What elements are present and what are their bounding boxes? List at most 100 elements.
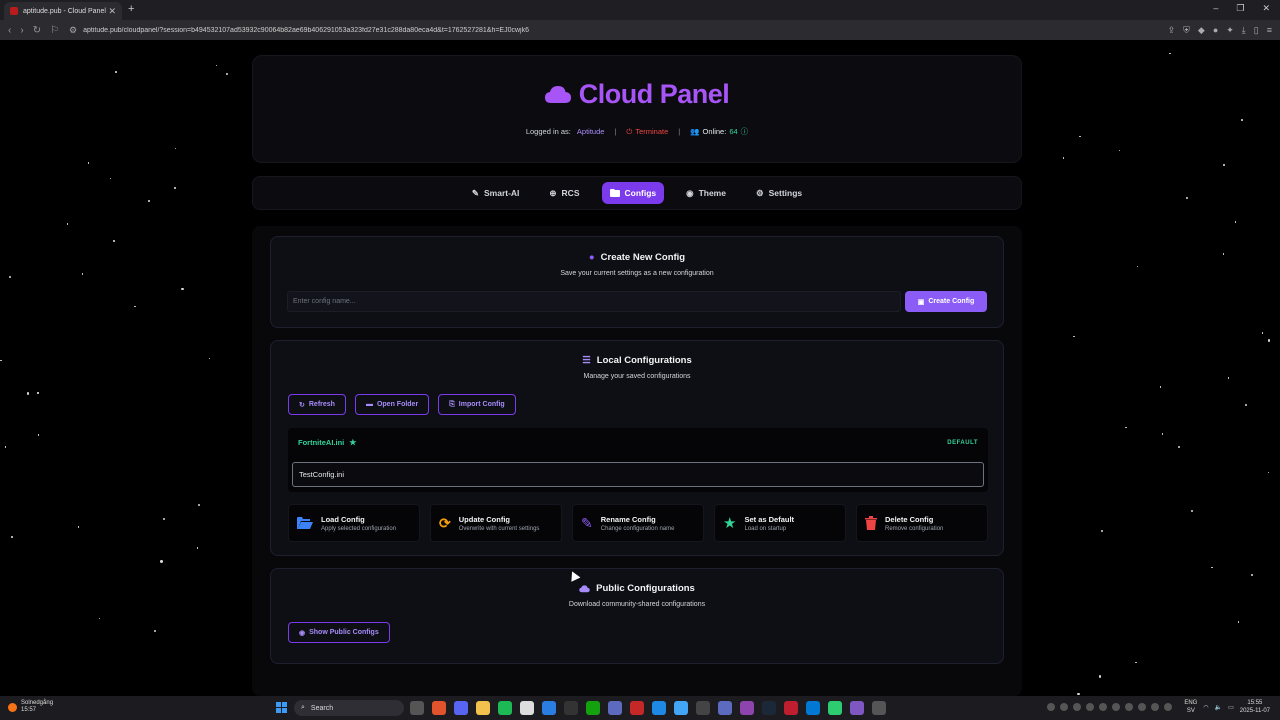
edit-icon: ✎ xyxy=(581,514,593,531)
minimize-icon[interactable]: – xyxy=(1213,3,1218,14)
folder-icon xyxy=(609,189,620,197)
store-app-icon[interactable] xyxy=(520,701,534,715)
load-config-button[interactable]: Load Config Apply selected configuration xyxy=(288,504,420,542)
app-icon[interactable] xyxy=(586,701,600,715)
url-field[interactable]: aptitude.pub/cloudpanel/?session=b494532… xyxy=(83,27,1167,34)
wifi-icon[interactable]: ◠ xyxy=(1203,704,1208,711)
clock[interactable]: 15:55 2025-11-07 xyxy=(1240,699,1270,715)
rename-config-button[interactable]: ✎ Rename Config Change configuration nam… xyxy=(572,504,704,542)
bookmark-icon[interactable]: ⚐ xyxy=(50,25,59,36)
set-default-button[interactable]: ★ Set as Default Load on startup xyxy=(714,504,846,542)
steam-app-icon[interactable] xyxy=(762,701,776,715)
tab-theme[interactable]: ◉ Theme xyxy=(678,182,734,205)
terminate-button[interactable]: ⏻ Terminate xyxy=(626,127,668,137)
tab-configs[interactable]: Configs xyxy=(601,182,665,204)
app-icon[interactable] xyxy=(828,701,842,715)
username[interactable]: Aptitude xyxy=(577,127,605,136)
extension-icon[interactable]: ◆ xyxy=(1198,25,1205,36)
tray-icon[interactable] xyxy=(1047,703,1056,711)
extension-icon[interactable]: ● xyxy=(1213,25,1218,36)
page-title: Cloud Panel xyxy=(578,79,730,109)
language-indicator[interactable]: ENG SV xyxy=(1184,699,1197,715)
tray-icon[interactable] xyxy=(1164,703,1173,711)
weather-widget[interactable]: Solnedgång 15:57 xyxy=(8,700,53,714)
menu-icon[interactable]: ≡ xyxy=(1267,25,1272,36)
sidebar-icon[interactable]: ▯ xyxy=(1254,25,1259,36)
browser-app-icon[interactable] xyxy=(432,701,446,715)
tray-icon[interactable] xyxy=(1073,703,1082,711)
tray-icon[interactable] xyxy=(1086,703,1095,711)
star-dot xyxy=(98,617,100,620)
help-icon[interactable]: ⓘ xyxy=(741,126,749,137)
config-item[interactable]: FortniteAI.ini ★ DEFAULT xyxy=(292,430,984,455)
star-dot xyxy=(1234,221,1237,223)
share-icon[interactable]: ⇪ xyxy=(1168,25,1176,36)
tab-settings[interactable]: ⚙ Settings xyxy=(748,182,810,205)
new-tab-button[interactable]: + xyxy=(128,3,134,15)
filezilla-app-icon[interactable] xyxy=(784,701,798,715)
app-icon[interactable] xyxy=(696,701,710,715)
volume-icon[interactable]: 🔈 xyxy=(1215,704,1222,711)
battery-icon[interactable]: ▭ xyxy=(1228,704,1234,711)
browser-tab-bar: aptitude.pub - Cloud Panel ✕ + – ❐ ✕ xyxy=(0,0,1280,20)
download-icon[interactable]: ⤓ xyxy=(1242,25,1246,36)
browser-tab[interactable]: aptitude.pub - Cloud Panel ✕ xyxy=(4,2,122,20)
lang-secondary: SV xyxy=(1186,708,1195,714)
show-public-configs-button[interactable]: ◉ Show Public Configs xyxy=(288,622,390,643)
app-icon[interactable] xyxy=(652,701,666,715)
restore-icon[interactable]: ❐ xyxy=(1236,3,1244,14)
extensions-menu-icon[interactable]: ✦ xyxy=(1226,25,1234,36)
visual-studio-icon[interactable] xyxy=(740,701,754,715)
app-icon[interactable] xyxy=(630,701,644,715)
tray-icon[interactable] xyxy=(1112,703,1121,711)
windows-start-icon[interactable] xyxy=(276,702,287,713)
tray-icon[interactable] xyxy=(1151,703,1160,711)
app-icon[interactable] xyxy=(718,701,732,715)
star-dot xyxy=(1079,135,1082,138)
tray-icon[interactable] xyxy=(1060,703,1069,711)
tab-close-icon[interactable]: ✕ xyxy=(108,6,116,17)
refresh-label: Refresh xyxy=(308,401,335,408)
update-config-button[interactable]: ⟳ Update Config Overwrite with current s… xyxy=(430,504,562,542)
lang-primary: ENG xyxy=(1184,700,1198,706)
app-icon[interactable] xyxy=(850,701,864,715)
refresh-button[interactable]: ↻ Refresh xyxy=(288,394,346,415)
tab-rcs[interactable]: ⊕ RCS xyxy=(541,182,587,205)
tab-smart-ai[interactable]: ✎ Smart-AI xyxy=(464,182,528,205)
tray-icon[interactable] xyxy=(1099,703,1108,711)
app-icon[interactable] xyxy=(542,701,556,715)
star-dot xyxy=(115,71,118,73)
reload-icon[interactable]: ↻ xyxy=(33,25,41,36)
app-icon[interactable] xyxy=(564,701,578,715)
tray-icon[interactable] xyxy=(1125,703,1134,711)
close-window-icon[interactable]: ✕ xyxy=(1262,3,1270,14)
import-config-button[interactable]: ⎘ Import Config xyxy=(438,394,516,415)
spotify-app-icon[interactable] xyxy=(498,701,512,715)
star-dot xyxy=(77,526,80,529)
window-controls: – ❐ ✕ xyxy=(1213,3,1270,14)
tray-icon[interactable] xyxy=(1138,703,1147,711)
config-name-input[interactable]: Enter config name... xyxy=(287,291,901,312)
taskbar-search[interactable]: ⌕ Search xyxy=(294,700,404,716)
tab-label: Theme xyxy=(698,188,726,198)
create-config-button[interactable]: ▣ Create Config xyxy=(905,291,987,312)
star-dot xyxy=(1223,164,1225,166)
forward-icon[interactable]: › xyxy=(20,25,23,36)
app-icon[interactable] xyxy=(608,701,622,715)
app-icon[interactable] xyxy=(872,701,886,715)
pinned-apps xyxy=(410,701,886,715)
create-button-label: Create Config xyxy=(928,298,975,305)
site-info-icon[interactable]: ⚙ xyxy=(69,25,77,36)
app-icon[interactable] xyxy=(806,701,820,715)
delete-config-button[interactable]: Delete Config Remove configuration xyxy=(856,504,988,542)
open-folder-button[interactable]: ▬ Open Folder xyxy=(354,394,430,415)
back-icon[interactable]: ‹ xyxy=(8,25,11,36)
shield-icon[interactable]: ⛨ xyxy=(1183,25,1190,36)
config-item-selected[interactable]: TestConfig.ini xyxy=(292,462,984,487)
task-view-icon[interactable] xyxy=(410,701,424,715)
file-import-icon: ⎘ xyxy=(449,400,455,408)
file-explorer-icon[interactable] xyxy=(476,701,490,715)
create-subtitle: Save your current settings as a new conf… xyxy=(560,270,714,277)
app-icon[interactable] xyxy=(674,701,688,715)
discord-app-icon[interactable] xyxy=(454,701,468,715)
